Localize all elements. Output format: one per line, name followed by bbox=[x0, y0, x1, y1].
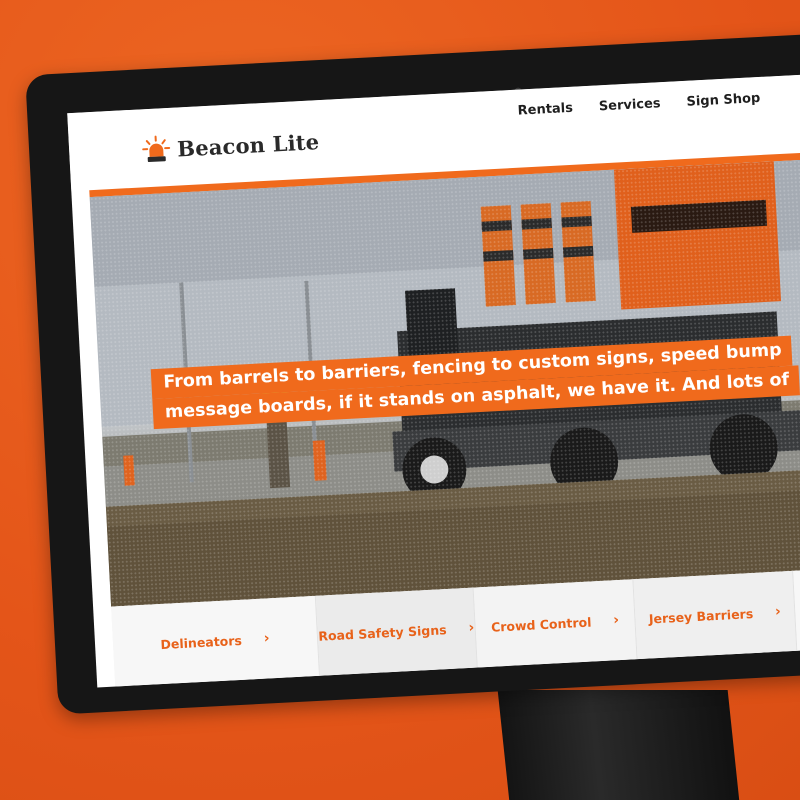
chevron-right-icon: › bbox=[468, 619, 475, 636]
category-label: Delineators bbox=[160, 632, 243, 652]
logo[interactable]: Beacon Lite bbox=[140, 126, 320, 166]
category-delineators[interactable]: Delineators › bbox=[111, 595, 321, 687]
nav-item-sign-shop[interactable]: Sign Shop bbox=[686, 91, 760, 110]
category-crowd-control[interactable]: Crowd Control › bbox=[473, 579, 638, 668]
beacon-light-icon bbox=[140, 134, 172, 166]
main-nav: Rentals Services Sign Shop bbox=[517, 91, 760, 119]
screen: Beacon Lite Rentals Services Sign Shop F… bbox=[67, 72, 800, 688]
monitor-bezel: Beacon Lite Rentals Services Sign Shop F… bbox=[25, 28, 800, 715]
category-label: Road Safety Signs bbox=[317, 621, 447, 644]
background-scene: Beacon Lite Rentals Services Sign Shop F… bbox=[0, 0, 800, 800]
chevron-right-icon: › bbox=[612, 612, 620, 629]
category-jersey-barriers[interactable]: Jersey Barriers › bbox=[633, 570, 798, 660]
monitor: Beacon Lite Rentals Services Sign Shop F… bbox=[11, 0, 800, 740]
chevron-right-icon: › bbox=[263, 630, 270, 647]
brand-name: Beacon Lite bbox=[176, 128, 320, 162]
hero-banner: From barrels to barriers, fencing to cus… bbox=[89, 155, 800, 607]
nav-item-rentals[interactable]: Rentals bbox=[517, 101, 573, 119]
category-road-safety-signs[interactable]: Road Safety Signs › bbox=[315, 587, 478, 676]
nav-item-services[interactable]: Services bbox=[598, 96, 660, 114]
category-label: Jersey Barriers bbox=[648, 605, 754, 626]
category-label: Crowd Control bbox=[490, 614, 592, 635]
chevron-right-icon: › bbox=[774, 603, 782, 620]
